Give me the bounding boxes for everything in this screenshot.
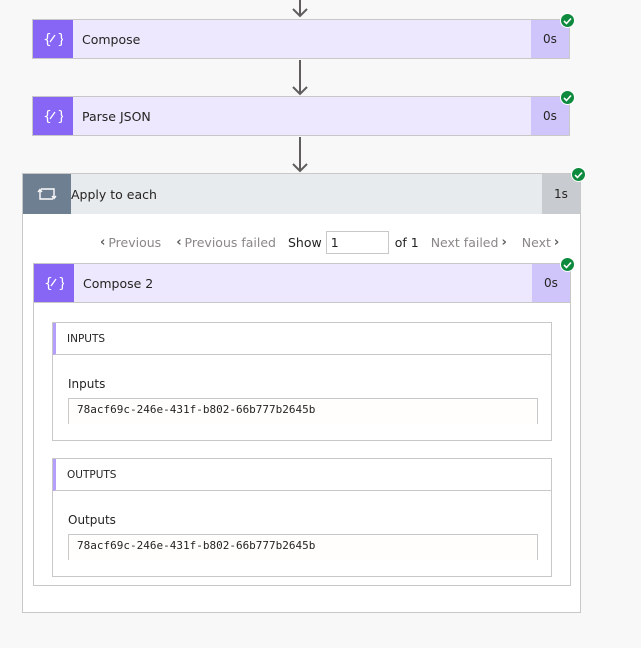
iteration-pager: ‹ Previous ‹ Previous failed Show of 1 N… (97, 231, 574, 254)
compose-icon: {} (34, 264, 74, 302)
svg-text:}: } (57, 109, 63, 125)
next-failed-label: Next failed (430, 235, 499, 250)
chevron-left-icon: ‹ (100, 235, 106, 250)
action-title: Compose (82, 31, 141, 47)
outputs-section: OUTPUTS Outputs 78acf69c-246e-431f-b802-… (52, 458, 552, 577)
previous-label: Previous (108, 235, 162, 250)
success-check-icon (571, 167, 586, 182)
action-card-parse-json[interactable]: {} Parse JSON 0s (32, 96, 570, 136)
inputs-value[interactable]: 78acf69c-246e-431f-b802-66b777b2645b (68, 398, 538, 424)
outputs-value[interactable]: 78acf69c-246e-431f-b802-66b777b2645b (68, 534, 538, 560)
success-check-icon (560, 90, 575, 105)
compose-2-expanded: {} Compose 2 0s INPUTS Inputs 78acf69c-2… (33, 263, 571, 586)
connector-arrow (290, 0, 310, 19)
outputs-header[interactable]: OUTPUTS (53, 459, 551, 491)
svg-text:{: { (43, 109, 52, 125)
show-label: Show (287, 235, 322, 250)
chevron-left-icon: ‹ (176, 235, 182, 250)
iteration-count: of 1 (394, 235, 419, 250)
next-failed-button[interactable]: Next failed › (431, 235, 510, 250)
chevron-right-icon: › (501, 235, 507, 250)
connector-arrow (290, 60, 310, 96)
svg-text:}: } (57, 32, 63, 48)
action-card-compose-2[interactable]: {} Compose 2 0s (33, 263, 571, 303)
apply-to-each-header[interactable]: Apply to each 1s (23, 174, 580, 214)
chevron-right-icon: › (553, 235, 560, 250)
svg-text:{: { (43, 32, 52, 48)
inputs-section: INPUTS Inputs 78acf69c-246e-431f-b802-66… (52, 322, 552, 441)
action-card-compose[interactable]: {} Compose 0s (32, 19, 570, 59)
next-label: Next (521, 235, 551, 250)
inputs-header[interactable]: INPUTS (53, 323, 551, 355)
inputs-label: Inputs (68, 377, 106, 391)
svg-text:{: { (44, 276, 53, 292)
action-title: Compose 2 (83, 275, 154, 291)
loop-title: Apply to each (71, 186, 157, 202)
loop-icon (23, 174, 71, 214)
previous-failed-button[interactable]: ‹ Previous failed (173, 235, 276, 250)
compose-icon: {} (33, 97, 73, 135)
outputs-label: Outputs (68, 513, 116, 527)
previous-button[interactable]: ‹ Previous (97, 235, 161, 250)
compose-icon: {} (33, 20, 73, 58)
apply-to-each-container: Apply to each 1s ‹ Previous ‹ Previous f… (22, 173, 581, 613)
connector-arrow (290, 137, 310, 173)
success-check-icon (560, 13, 575, 28)
previous-failed-label: Previous failed (184, 235, 276, 250)
iteration-input[interactable] (325, 231, 389, 254)
action-title: Parse JSON (82, 108, 151, 124)
svg-text:}: } (58, 276, 64, 292)
success-check-icon (560, 257, 575, 272)
next-button[interactable]: Next › (522, 235, 562, 250)
